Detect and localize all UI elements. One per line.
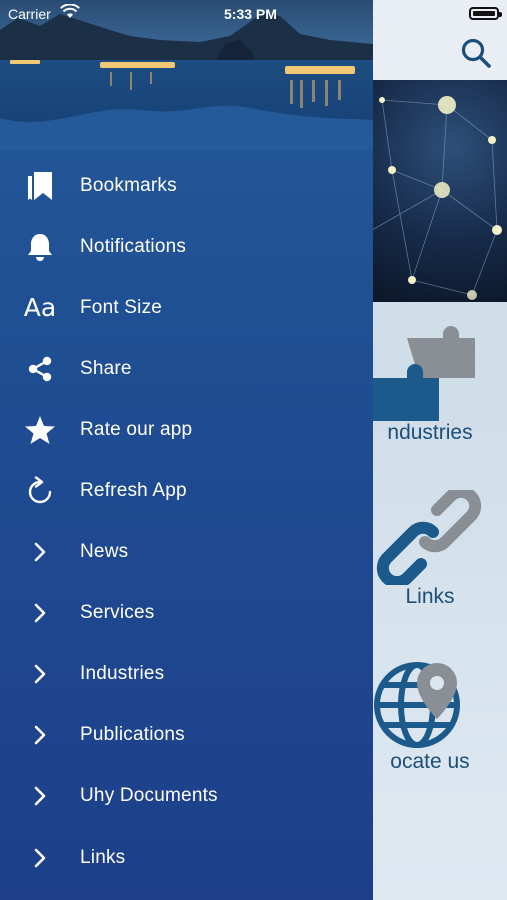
drawer-menu: Bookmarks Notifications Aa Font Size Sha…	[0, 155, 373, 888]
tile-locate-us[interactable]: ocate us	[355, 655, 505, 774]
chevron-right-icon	[0, 724, 80, 746]
menu-item-share[interactable]: Share	[0, 338, 373, 399]
menu-item-refresh-app[interactable]: Refresh App	[0, 460, 373, 521]
menu-item-label: Notifications	[80, 235, 187, 257]
menu-item-label: Font Size	[80, 296, 163, 318]
search-button[interactable]	[459, 36, 493, 70]
menu-item-label: Rate our app	[80, 418, 193, 440]
tile-label: ocate us	[390, 750, 470, 773]
menu-item-label: Services	[80, 602, 155, 624]
chevron-right-icon	[0, 785, 80, 807]
star-icon	[0, 415, 80, 445]
clock: 5:33 PM	[224, 6, 277, 22]
menu-item-label: Publications	[80, 724, 185, 746]
menu-item-services[interactable]: Services	[0, 583, 373, 644]
menu-item-bookmarks[interactable]: Bookmarks	[0, 155, 373, 216]
menu-item-industries[interactable]: Industries	[0, 644, 373, 705]
menu-item-label: Share	[80, 357, 132, 379]
menu-item-rate-our-app[interactable]: Rate our app	[0, 399, 373, 460]
refresh-icon	[0, 476, 80, 506]
tile-industries[interactable]: ndustries	[355, 326, 505, 445]
search-icon	[461, 38, 491, 68]
menu-item-label: Bookmarks	[80, 174, 177, 196]
menu-item-uhy-documents[interactable]: Uhy Documents	[0, 766, 373, 827]
chevron-right-icon	[0, 663, 80, 685]
menu-item-label: Uhy Documents	[80, 785, 218, 807]
network-banner-image	[372, 80, 507, 302]
share-icon	[0, 355, 80, 383]
menu-item-label: News	[80, 541, 129, 563]
puzzle-icon	[355, 326, 505, 424]
tile-label: Links	[405, 585, 455, 608]
menu-item-news[interactable]: News	[0, 522, 373, 583]
font-size-icon: Aa	[23, 293, 57, 323]
menu-item-label: Industries	[80, 663, 165, 685]
tile-label: ndustries	[387, 421, 473, 444]
link-icon	[355, 485, 505, 589]
bookmark-icon	[0, 170, 80, 202]
menu-item-font-size[interactable]: Aa Font Size	[0, 277, 373, 338]
carrier-label: Carrier	[8, 6, 51, 22]
chevron-right-icon	[0, 541, 80, 563]
menu-item-notifications[interactable]: Notifications	[0, 216, 373, 277]
menu-item-publications[interactable]: Publications	[0, 705, 373, 766]
status-bar: Carrier 5:33 PM	[0, 0, 507, 28]
navigation-drawer: Bookmarks Notifications Aa Font Size Sha…	[0, 0, 373, 900]
globe-location-icon	[355, 655, 505, 750]
menu-item-links[interactable]: Links	[0, 827, 373, 888]
battery-icon	[469, 7, 502, 20]
bell-icon	[0, 232, 80, 262]
wifi-icon	[60, 3, 80, 23]
chevron-right-icon	[0, 602, 80, 624]
menu-item-label: Links	[80, 846, 126, 868]
menu-item-label: Refresh App	[80, 480, 187, 502]
tile-links[interactable]: Links	[355, 485, 505, 609]
chevron-right-icon	[0, 847, 80, 869]
